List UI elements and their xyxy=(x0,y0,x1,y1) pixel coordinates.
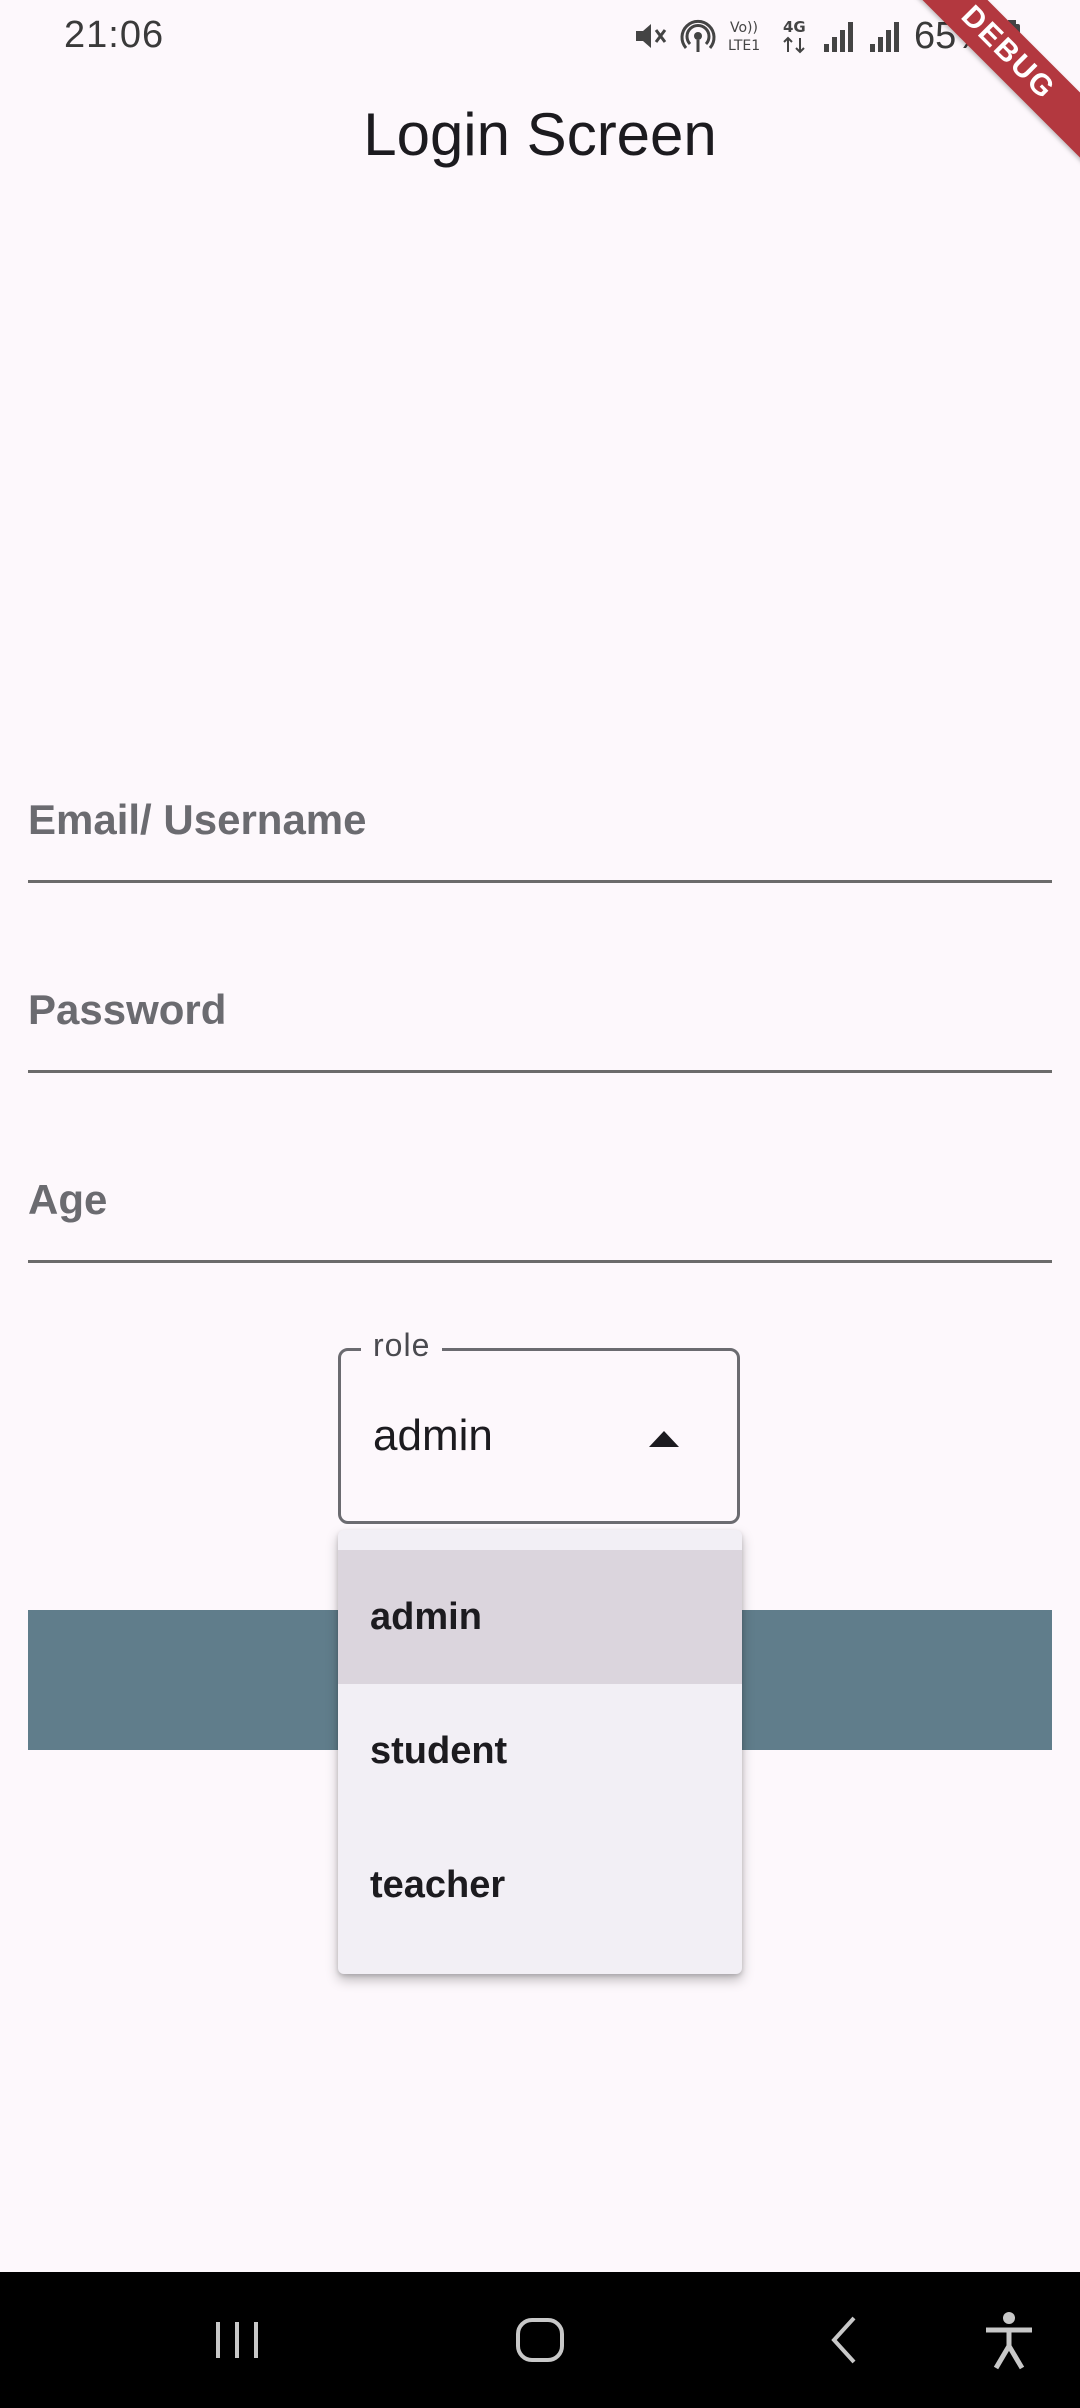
password-field-label: Password xyxy=(28,986,227,1033)
dropdown-option-label: student xyxy=(370,1730,508,1772)
recents-icon[interactable] xyxy=(212,2308,262,2372)
volte-label: LTE1 xyxy=(728,38,760,54)
back-icon[interactable] xyxy=(822,2308,866,2372)
role-dropdown-label: role xyxy=(361,1327,443,1364)
email-field[interactable]: Email/ Username xyxy=(28,784,1052,883)
role-dropdown[interactable]: role admin xyxy=(338,1327,740,1524)
signal-icon xyxy=(823,22,853,52)
volte-top-label: Vo)) xyxy=(730,20,758,36)
age-field[interactable]: Age xyxy=(28,1164,1052,1263)
dropdown-option-teacher[interactable]: teacher xyxy=(338,1818,742,1952)
mute-icon xyxy=(635,24,667,48)
page-title: Login Screen xyxy=(363,101,717,168)
caret-up-icon xyxy=(649,1431,679,1447)
role-dropdown-menu: admin student teacher xyxy=(338,1530,742,1974)
hotspot-icon xyxy=(680,19,716,52)
network-4g-icon: 4G xyxy=(783,18,806,54)
age-field-label: Age xyxy=(28,1176,108,1223)
status-bar: 21:06 Vo)) LTE1 4G 65% xyxy=(0,0,1080,72)
dropdown-option-student[interactable]: student xyxy=(338,1684,742,1818)
dropdown-option-label: teacher xyxy=(370,1864,506,1906)
navigation-bar xyxy=(0,2272,1080,2408)
accessibility-icon[interactable] xyxy=(982,2308,1036,2372)
network-type-label: 4G xyxy=(783,18,806,36)
role-dropdown-value: admin xyxy=(373,1411,493,1460)
volte-icon: Vo)) LTE1 xyxy=(728,20,760,54)
dropdown-option-admin[interactable]: admin xyxy=(338,1550,742,1684)
status-time: 21:06 xyxy=(64,14,165,56)
home-icon[interactable] xyxy=(512,2308,568,2372)
signal-icon-2 xyxy=(869,22,899,52)
email-field-label: Email/ Username xyxy=(28,796,367,843)
dropdown-option-label: admin xyxy=(370,1596,482,1638)
password-field[interactable]: Password xyxy=(28,974,1052,1073)
